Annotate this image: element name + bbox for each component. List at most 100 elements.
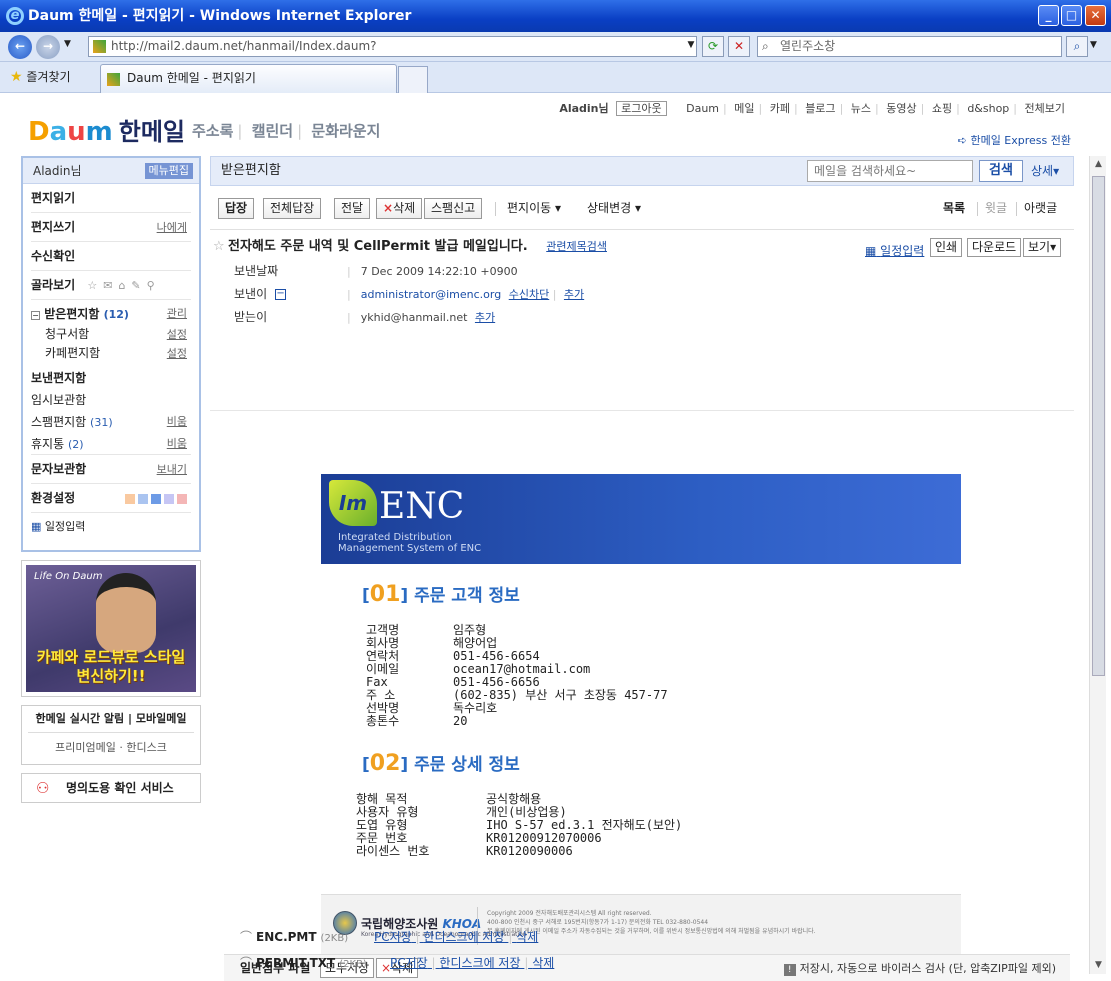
file2-disk-save[interactable]: 한디스크에 저장 bbox=[439, 956, 520, 970]
scroll-up-icon[interactable]: ▲ bbox=[1090, 156, 1107, 173]
skin-swatch-1[interactable] bbox=[125, 493, 135, 504]
move-mail-dropdown[interactable]: 편지이동 ▾ bbox=[507, 198, 561, 219]
file1-disk-save[interactable]: 한디스크에 저장 bbox=[423, 930, 504, 944]
sidebar-item-bills[interactable]: 청구서함 설정 bbox=[31, 325, 191, 344]
forward-button[interactable]: 전달 bbox=[334, 198, 371, 219]
detail-search-link[interactable]: 상세▾ bbox=[1031, 157, 1059, 185]
change-status-dropdown[interactable]: 상태변경 ▾ bbox=[587, 198, 641, 219]
print-button[interactable]: 인쇄 bbox=[930, 238, 963, 257]
collapse-from-icon[interactable]: − bbox=[275, 289, 287, 300]
browser-search-input[interactable]: ⌕ 열린주소창 bbox=[757, 36, 1062, 57]
daum-hanmail-logo[interactable]: Daum 한메일 bbox=[28, 112, 185, 147]
new-tab-button[interactable] bbox=[398, 66, 428, 93]
bills-setting-link[interactable]: 설정 bbox=[167, 325, 187, 344]
trash-empty-link[interactable]: 비움 bbox=[167, 433, 187, 455]
history-dropdown-icon[interactable]: ▼ bbox=[64, 39, 71, 49]
identity-theft-service[interactable]: ⚇ 명의도용 확인 서비스 bbox=[21, 773, 201, 803]
spam-report-button[interactable]: 스팸신고 bbox=[424, 198, 483, 219]
sidebar-item-trash[interactable]: 휴지통 (2) 비움 bbox=[31, 433, 191, 455]
file2-name[interactable]: PERMIT.TXT bbox=[256, 956, 335, 970]
sidebar-item-sent[interactable]: 보낸편지함 bbox=[31, 367, 191, 389]
sidebar-item-write[interactable]: 편지쓰기 나에게 bbox=[31, 213, 191, 242]
sidebar-item-draft[interactable]: 임시보관함 bbox=[31, 389, 191, 411]
sidebar-item-inbox[interactable]: − 받은편지함 (12) 관리 bbox=[31, 303, 191, 325]
scroll-down-icon[interactable]: ▼ bbox=[1090, 957, 1107, 974]
refresh-icon[interactable]: ⟳ bbox=[702, 36, 724, 57]
inbox-manage-link[interactable]: 관리 bbox=[167, 303, 187, 325]
list-link[interactable]: 목록 bbox=[943, 198, 965, 219]
sidebar-item-read[interactable]: 편지읽기 bbox=[31, 184, 191, 213]
scroll-thumb[interactable] bbox=[1092, 176, 1105, 676]
skin-swatch-2[interactable] bbox=[138, 493, 148, 504]
cafe-setting-link[interactable]: 설정 bbox=[167, 344, 187, 363]
from-row: 보낸이 − | administrator@imenc.org 수신차단 | 추가 bbox=[210, 283, 1074, 306]
nav-news[interactable]: 뉴스 bbox=[851, 102, 871, 115]
download-button[interactable]: 다운로드 bbox=[967, 238, 1022, 257]
minimize-button[interactable]: _ bbox=[1038, 5, 1059, 26]
add-sender-link[interactable]: 추가 bbox=[564, 288, 584, 301]
skin-swatch-4[interactable] bbox=[164, 493, 174, 504]
url-input[interactable]: http://mail2.daum.net/hanmail/Index.daum… bbox=[88, 36, 697, 57]
sms-send-link[interactable]: 보내기 bbox=[157, 455, 187, 484]
collapse-icon[interactable]: − bbox=[31, 311, 40, 320]
sidebar-item-receipt[interactable]: 수신확인 bbox=[31, 242, 191, 271]
sidebar-item-settings[interactable]: 환경설정 bbox=[31, 484, 191, 513]
close-button[interactable]: ✕ bbox=[1085, 5, 1106, 26]
file1-name[interactable]: ENC.PMT bbox=[256, 930, 317, 944]
reply-all-button[interactable]: 전체답장 bbox=[263, 198, 322, 219]
express-switch-link[interactable]: ➪ 한메일 Express 전환 bbox=[958, 132, 1071, 148]
delete-button[interactable]: ×삭제 bbox=[376, 198, 423, 219]
nav-shopping[interactable]: 쇼핑 bbox=[932, 102, 952, 115]
reply-button[interactable]: 답장 bbox=[218, 198, 255, 219]
search-go-icon[interactable]: ⌕ bbox=[1066, 36, 1088, 57]
back-icon[interactable]: ← bbox=[8, 35, 32, 59]
skin-swatch-5[interactable] bbox=[177, 493, 187, 504]
star-icon[interactable]: ☆ bbox=[213, 234, 225, 260]
nav-all[interactable]: 전체보기 bbox=[1025, 102, 1065, 115]
alarm-title[interactable]: 한메일 실시간 알림 | 모바일메일 bbox=[28, 706, 194, 733]
tab-daum-mail[interactable]: Daum 한메일 - 편지읽기 bbox=[100, 64, 397, 93]
link-addressbook[interactable]: 주소록 bbox=[192, 122, 233, 140]
mail-search-input[interactable]: 메일을 검색하세요~ bbox=[807, 160, 973, 182]
add-recipient-link[interactable]: 추가 bbox=[475, 311, 495, 324]
file2-delete[interactable]: 삭제 bbox=[532, 956, 554, 970]
file2-pc-save[interactable]: PC저장 bbox=[390, 956, 428, 970]
ad-banner[interactable]: Life On Daum 카페와 로드뷰로 스타일 변신하기!! bbox=[21, 560, 201, 697]
forward-icon[interactable]: → bbox=[36, 35, 60, 59]
sidebar-item-cafe[interactable]: 카페편지함 설정 bbox=[31, 344, 191, 363]
prev-mail-link[interactable]: 윗글 bbox=[985, 198, 1007, 219]
next-mail-link[interactable]: 아랫글 bbox=[1024, 198, 1057, 219]
sidebar-item-spam[interactable]: 스팸편지함 (31) 비움 bbox=[31, 411, 191, 433]
nav-mail[interactable]: 메일 bbox=[734, 102, 754, 115]
filter-icons[interactable]: ☆✉⌂✎⚲ bbox=[87, 279, 160, 292]
nav-video[interactable]: 동영상 bbox=[886, 102, 916, 115]
url-dropdown-icon[interactable]: ▼ bbox=[680, 36, 702, 57]
sidebar-item-sms[interactable]: 문자보관함 보내기 bbox=[31, 455, 191, 484]
block-sender-link[interactable]: 수신차단 bbox=[509, 288, 549, 301]
spam-empty-link[interactable]: 비움 bbox=[167, 411, 187, 433]
view-dropdown[interactable]: 보기▾ bbox=[1023, 238, 1062, 257]
nav-blog[interactable]: 블로그 bbox=[805, 102, 835, 115]
alarm-links[interactable]: 프리미엄메일 · 한디스크 bbox=[22, 733, 200, 763]
link-calendar[interactable]: 캘린더 bbox=[252, 122, 293, 140]
mail-search-button[interactable]: 검색 bbox=[979, 160, 1023, 182]
search-options-icon[interactable]: ▼ bbox=[1090, 40, 1097, 50]
favorites-button[interactable]: ★ 즐겨찾기 bbox=[10, 68, 71, 85]
nav-cafe[interactable]: 카페 bbox=[770, 102, 790, 115]
logout-button[interactable]: 로그아웃 bbox=[616, 101, 667, 116]
link-culture[interactable]: 문화라운지 bbox=[311, 122, 380, 140]
page-scrollbar[interactable]: ▲ ▼ bbox=[1089, 156, 1106, 974]
stop-icon[interactable]: ✕ bbox=[728, 36, 750, 57]
nav-daum[interactable]: Daum bbox=[686, 102, 719, 115]
sidebar-schedule-link[interactable]: ▦ 일정입력 bbox=[31, 513, 191, 541]
from-address[interactable]: administrator@imenc.org bbox=[361, 288, 502, 301]
file1-delete[interactable]: 삭제 bbox=[516, 930, 538, 944]
nav-dshop[interactable]: d&shop bbox=[967, 102, 1009, 115]
menu-edit-button[interactable]: 메뉴편집 bbox=[144, 163, 193, 179]
skin-swatch-3[interactable] bbox=[151, 493, 161, 504]
maximize-button[interactable]: □ bbox=[1061, 5, 1082, 26]
write-to-self-link[interactable]: 나에게 bbox=[157, 213, 187, 242]
file1-pc-save[interactable]: PC저장 bbox=[374, 930, 412, 944]
related-subject-search-link[interactable]: 관련제목검색 bbox=[546, 240, 607, 253]
sidebar-item-filter[interactable]: 골라보기 ☆✉⌂✎⚲ bbox=[31, 271, 191, 300]
